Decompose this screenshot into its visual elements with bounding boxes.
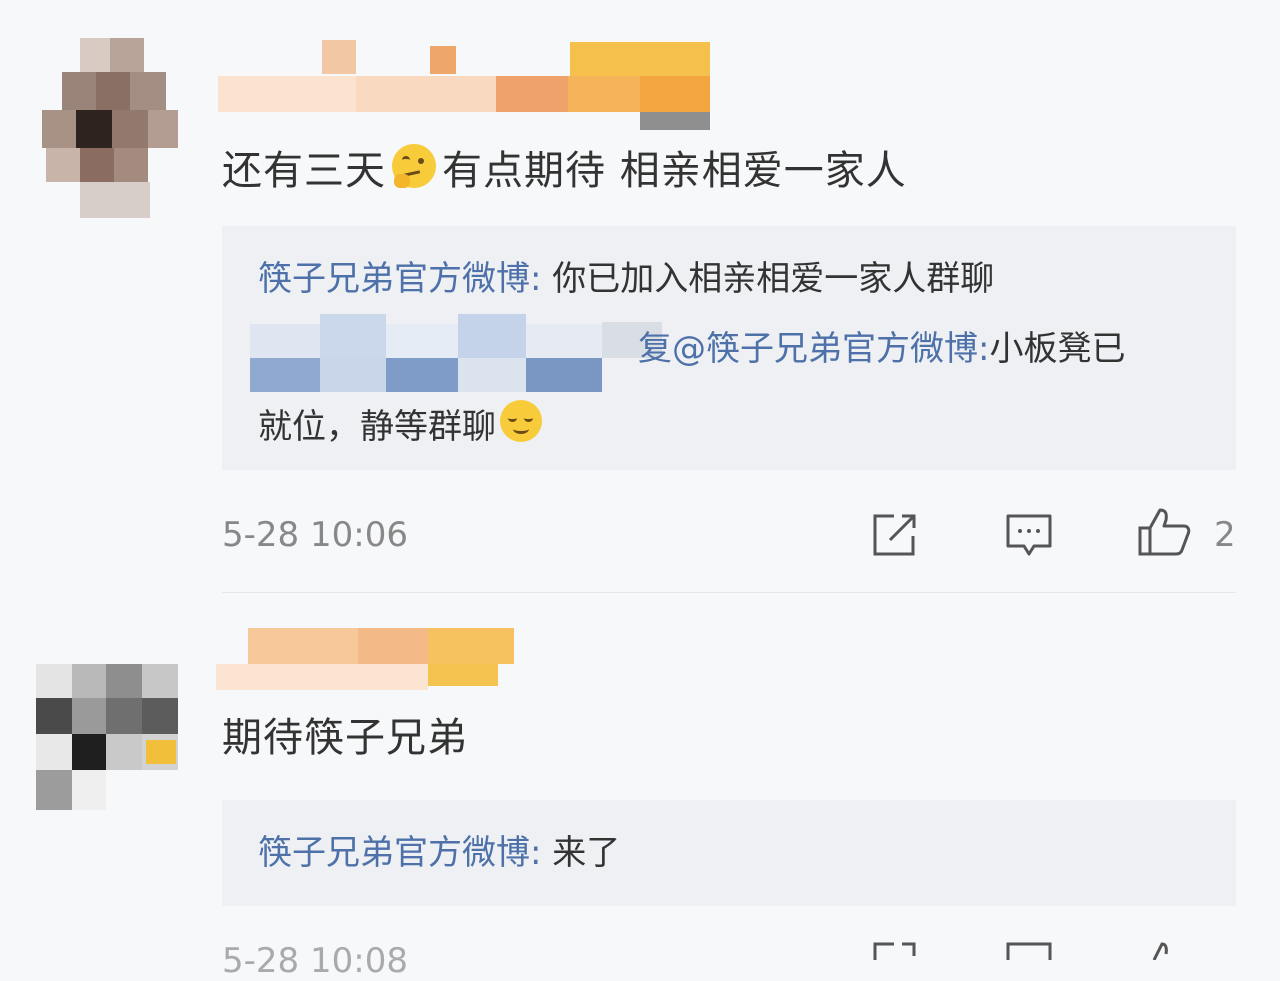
reply-author-link[interactable]: 筷子兄弟官方微博 — [258, 259, 530, 299]
reply-separator: : — [530, 259, 553, 299]
replies-box[interactable]: 筷子兄弟官方微博: 来了 — [222, 800, 1236, 906]
reply-username[interactable] — [250, 314, 662, 394]
reply-text: 就位，静等群聊 — [258, 407, 496, 447]
reply-text: 你已加入相亲相爱一家人群聊 — [552, 259, 995, 299]
reply-item-continued: 就位，静等群聊 — [258, 400, 542, 444]
reply-item: 筷子兄弟官方微博: 你已加入相亲相爱一家人群聊 — [258, 262, 994, 296]
replies-box[interactable]: 筷子兄弟官方微博: 你已加入相亲相爱一家人群聊 复@筷子兄弟官方微博:小板凳已 … — [222, 226, 1236, 470]
timestamp: 5-28 10:06 — [222, 515, 408, 555]
reply-word: 复 — [638, 329, 672, 369]
reply-author-link[interactable]: 筷子兄弟官方微博 — [258, 833, 530, 873]
reply-separator: : — [978, 329, 990, 369]
thinking-face-icon — [392, 144, 436, 188]
timestamp: 5-28 10:08 — [222, 941, 408, 981]
comment-text: 期待筷子兄弟 — [222, 715, 468, 761]
username[interactable] — [218, 40, 718, 132]
thumbs-up-icon[interactable] — [1136, 506, 1192, 558]
reply-text: 来了 — [552, 833, 621, 873]
share-icon[interactable] — [870, 940, 920, 960]
avatar[interactable] — [42, 38, 180, 218]
reply-item: 复@筷子兄弟官方微博:小板凳已 — [638, 332, 1125, 366]
comment-text-part: 还有三天 — [222, 148, 386, 194]
divider — [222, 592, 1236, 593]
reply-item: 筷子兄弟官方微博: 来了 — [258, 836, 620, 870]
reply-text: 小板凳已 — [989, 329, 1126, 369]
comment-icon[interactable] — [1004, 940, 1054, 960]
like-count: 2 — [1214, 515, 1236, 555]
comment-text-part: 有点期待 相亲相爱一家人 — [442, 148, 907, 194]
thumbs-up-icon[interactable] — [1136, 940, 1192, 960]
comment-icon[interactable] — [1004, 512, 1054, 558]
mention-link[interactable]: @筷子兄弟官方微博 — [672, 329, 978, 369]
avatar[interactable] — [36, 664, 178, 810]
share-icon[interactable] — [870, 512, 920, 558]
comment-text: 还有三天 有点期待 相亲相爱一家人 — [222, 144, 907, 191]
relieved-face-icon — [500, 400, 542, 442]
username[interactable] — [216, 628, 516, 690]
reply-separator: : — [530, 833, 553, 873]
